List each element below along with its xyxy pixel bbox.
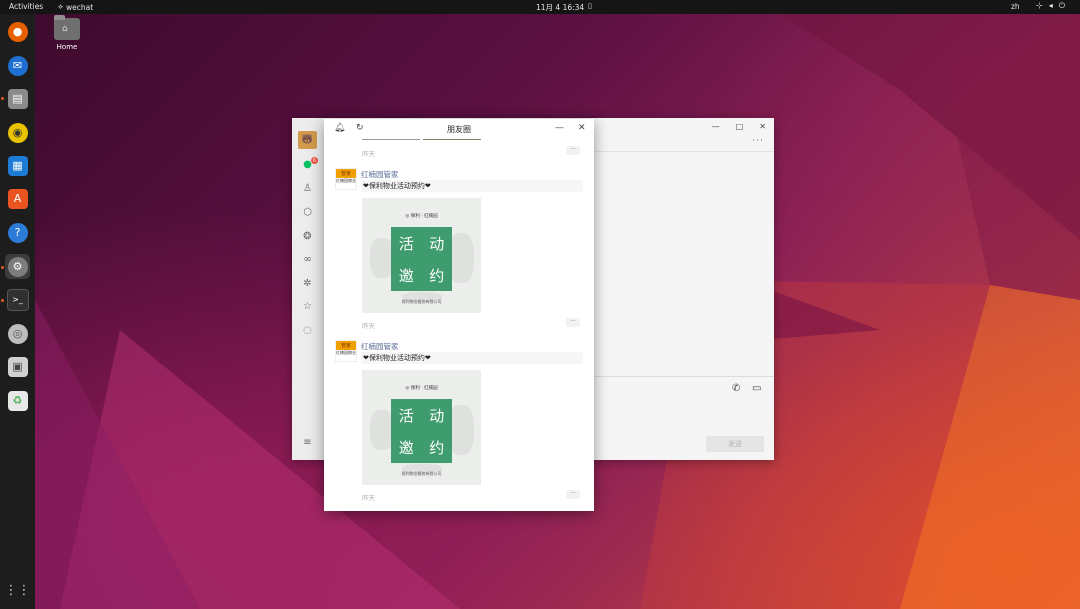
- search-icon[interactable]: ✲: [301, 277, 314, 290]
- home-label: Home: [56, 43, 78, 51]
- dock: ● ✉ ▤ ◉ ▦ A ? ⚙ >_ ◎ ▣ ♻ ⋮⋮: [0, 14, 35, 609]
- favorites-icon[interactable]: ⬡: [301, 206, 314, 219]
- post-avatar[interactable]: 管家 红楠园物业: [335, 168, 357, 190]
- minimize-icon[interactable]: —: [555, 123, 564, 133]
- post-text: ❤保利物业活动预约❤: [361, 180, 583, 192]
- window-controls: — □ ✕: [712, 122, 766, 131]
- running-indicator: [1, 97, 4, 100]
- channels-icon[interactable]: ∞: [301, 253, 314, 266]
- input-method-indicator[interactable]: zh: [1011, 2, 1020, 11]
- settings-icon: ⚙: [7, 256, 28, 277]
- moments-title: 朋友圈: [447, 125, 471, 134]
- menu-icon[interactable]: ≡: [301, 436, 314, 449]
- app-menu[interactable]: ⟡ wechat: [58, 2, 93, 12]
- post-time: 昨天: [362, 494, 375, 502]
- wechat-app-icon: ⟡: [58, 2, 63, 11]
- running-indicator: [1, 299, 4, 302]
- show-apps-button[interactable]: ⋮⋮: [4, 578, 31, 603]
- activities-button[interactable]: Activities: [9, 2, 43, 11]
- dock-rhythmbox[interactable]: ◉: [5, 120, 30, 145]
- post-avatar[interactable]: 管家 红楠园物业: [335, 340, 357, 362]
- app-name: wechat: [65, 2, 94, 12]
- dock-settings[interactable]: ⚙: [5, 254, 30, 279]
- mini-program-icon[interactable]: ☆: [301, 300, 314, 313]
- post-time: 昨天: [362, 150, 375, 158]
- network-icon: ⊹: [1036, 1, 1043, 10]
- trash-icon: ♻: [7, 390, 28, 411]
- post-action-button[interactable]: ··: [566, 146, 580, 155]
- top-bar: Activities ⟡ wechat 11月 4 16:34 ▯ zh ⊹ ◂…: [0, 0, 1080, 14]
- moments-icon[interactable]: ❂: [301, 230, 314, 243]
- contacts-icon[interactable]: ♙: [301, 182, 314, 195]
- voice-call-icon[interactable]: ✆: [732, 383, 740, 394]
- dock-thunderbird[interactable]: ✉: [5, 53, 30, 78]
- notification-icon: ▯: [588, 2, 592, 10]
- running-indicator: [1, 266, 4, 269]
- dock-disc[interactable]: ◎: [5, 321, 30, 346]
- app-grid-icon: ⋮⋮: [4, 583, 31, 598]
- dock-save[interactable]: ▣: [5, 354, 30, 379]
- dock-files[interactable]: ▤: [5, 86, 30, 111]
- system-tray[interactable]: ⊹ ◂ ⏻: [1036, 1, 1065, 11]
- disc-icon: ◎: [7, 323, 28, 344]
- header-divider: [592, 151, 774, 152]
- post-author[interactable]: 红楠园管家: [361, 341, 399, 352]
- unread-badge: 6: [311, 157, 318, 164]
- dock-terminal[interactable]: >_: [5, 287, 30, 312]
- post-action-button[interactable]: ··: [566, 318, 580, 327]
- power-icon: ⏻: [1058, 1, 1066, 10]
- dock-trash[interactable]: ♻: [5, 388, 30, 413]
- video-call-icon[interactable]: ▭: [752, 383, 761, 394]
- post-author[interactable]: 红楠园管家: [361, 169, 399, 180]
- dock-help[interactable]: ?: [5, 220, 30, 245]
- dock-software[interactable]: A: [5, 186, 30, 211]
- moments-window: 🔔︎ ↻ 朋友圈 — ✕ 昨天 ·· 管家 红楠园物业 红楠园管家 ❤保利物业活…: [324, 119, 594, 511]
- close-icon[interactable]: ✕: [578, 123, 586, 133]
- wechat-sidebar: 🐻 ● 6 ♙ ⬡ ❂ ∞ ✲ ☆ ◌ ≡: [292, 118, 325, 460]
- rhythmbox-icon: ◉: [7, 122, 28, 143]
- floppy-icon: ▣: [7, 356, 28, 377]
- more-options-icon[interactable]: ···: [752, 136, 764, 146]
- post-time: 昨天: [362, 322, 375, 330]
- close-icon[interactable]: ✕: [759, 122, 766, 131]
- input-divider: [592, 376, 774, 377]
- minimize-icon[interactable]: —: [712, 122, 720, 131]
- post-text: ❤保利物业活动预约❤: [361, 352, 583, 364]
- desktop-home-folder[interactable]: ⌂ Home: [50, 15, 84, 51]
- dock-firefox[interactable]: ●: [5, 19, 30, 44]
- volume-icon: ◂: [1048, 1, 1053, 10]
- send-button[interactable]: 发送: [706, 436, 764, 452]
- folder-icon: ⌂: [54, 15, 80, 40]
- phone-icon[interactable]: ◌: [301, 324, 314, 337]
- app-store-icon: A: [7, 188, 28, 209]
- post-image[interactable]: ◎ 保利 · 红楠园 活 动 邀 约 保利物业服务有限公司: [362, 370, 481, 485]
- post-image[interactable]: ◎ 保利 · 红楠园 活 动 邀 约 保利物业服务有限公司: [362, 198, 481, 313]
- files-icon: ▤: [7, 88, 28, 109]
- post-action-button[interactable]: ··: [566, 490, 580, 499]
- thunderbird-icon: ✉: [7, 55, 28, 76]
- maximize-icon[interactable]: □: [736, 122, 744, 131]
- terminal-icon: >_: [6, 288, 29, 311]
- firefox-icon: ●: [7, 21, 28, 42]
- clock[interactable]: 11月 4 16:34: [536, 2, 584, 13]
- user-avatar[interactable]: 🐻: [298, 131, 317, 149]
- moments-header: 🔔︎ ↻ 朋友圈 — ✕: [324, 119, 594, 139]
- dock-writer[interactable]: ▦: [5, 153, 30, 178]
- help-icon: ?: [7, 222, 28, 243]
- writer-icon: ▦: [7, 155, 28, 176]
